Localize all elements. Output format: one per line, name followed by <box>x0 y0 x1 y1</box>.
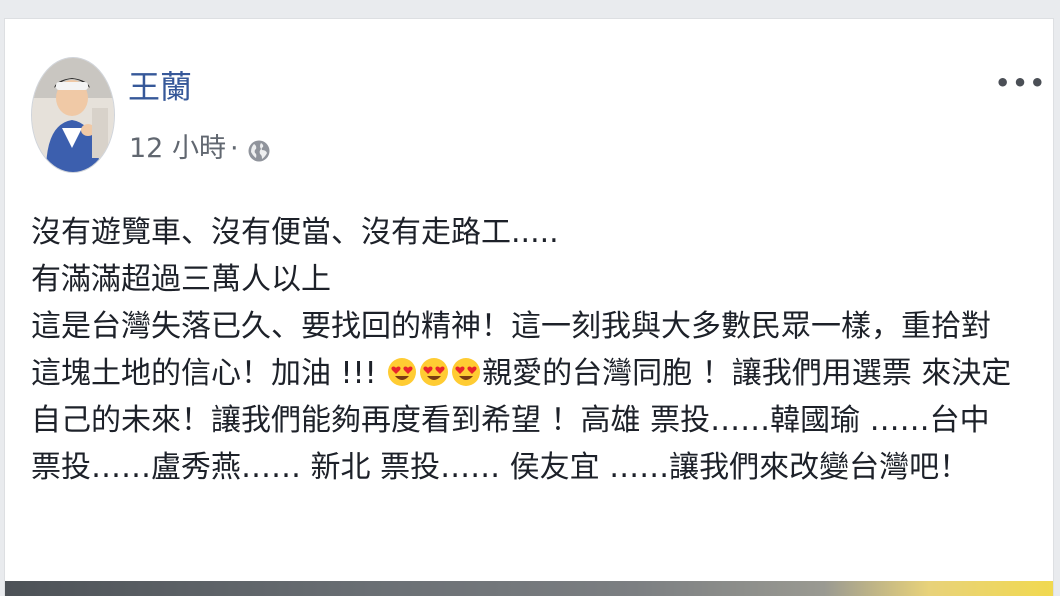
post-line: 自己的未來！讓我們能夠再度看到希望 ！高雄 票投……韓國瑜 ……台中 <box>31 403 990 438</box>
post-line: 這塊土地的信心！加油 !!! 親愛的台灣同胞 ！讓我們用選票 來決定 <box>31 350 1041 397</box>
post-card: 王蘭 12 小時 · ••• 沒有遊覽車、沒有便當、沒有走路工..... 有滿滿… <box>4 18 1054 596</box>
author-name[interactable]: 王蘭 <box>128 67 192 107</box>
post-line-text: 親愛的台灣同胞 ！讓我們用選票 來決定 <box>482 356 1012 391</box>
post-line: 票投……盧秀燕…… 新北 票投…… 侯友宜 ……讓我們來改變台灣吧！ <box>31 450 970 485</box>
more-options-icon[interactable]: ••• <box>995 71 1045 95</box>
heart-eyes-emoji <box>418 356 450 391</box>
post-meta: 12 小時 · <box>129 131 271 167</box>
heart-eyes-emoji <box>386 356 418 391</box>
post-line-text: 這塊土地的信心！加油 !!! <box>31 356 387 391</box>
post-line: 這是台灣失落已久、要找回的精神！這一刻我與大多數民眾一樣，重拾對 <box>31 309 991 344</box>
post-body: 沒有遊覽車、沒有便當、沒有走路工..... 有滿滿超過三萬人以上 這是台灣失落已… <box>31 209 1041 491</box>
post-line: 沒有遊覽車、沒有便當、沒有走路工..... <box>31 215 559 250</box>
post-line: 有滿滿超過三萬人以上 <box>31 262 331 297</box>
globe-icon[interactable] <box>247 137 271 162</box>
avatar-photo <box>32 58 114 172</box>
heart-eyes-emoji <box>450 356 482 391</box>
avatar[interactable] <box>31 57 115 173</box>
post-timestamp[interactable]: 12 小時 <box>129 131 226 167</box>
attached-photo[interactable] <box>5 581 1053 596</box>
meta-separator: · <box>229 133 239 164</box>
